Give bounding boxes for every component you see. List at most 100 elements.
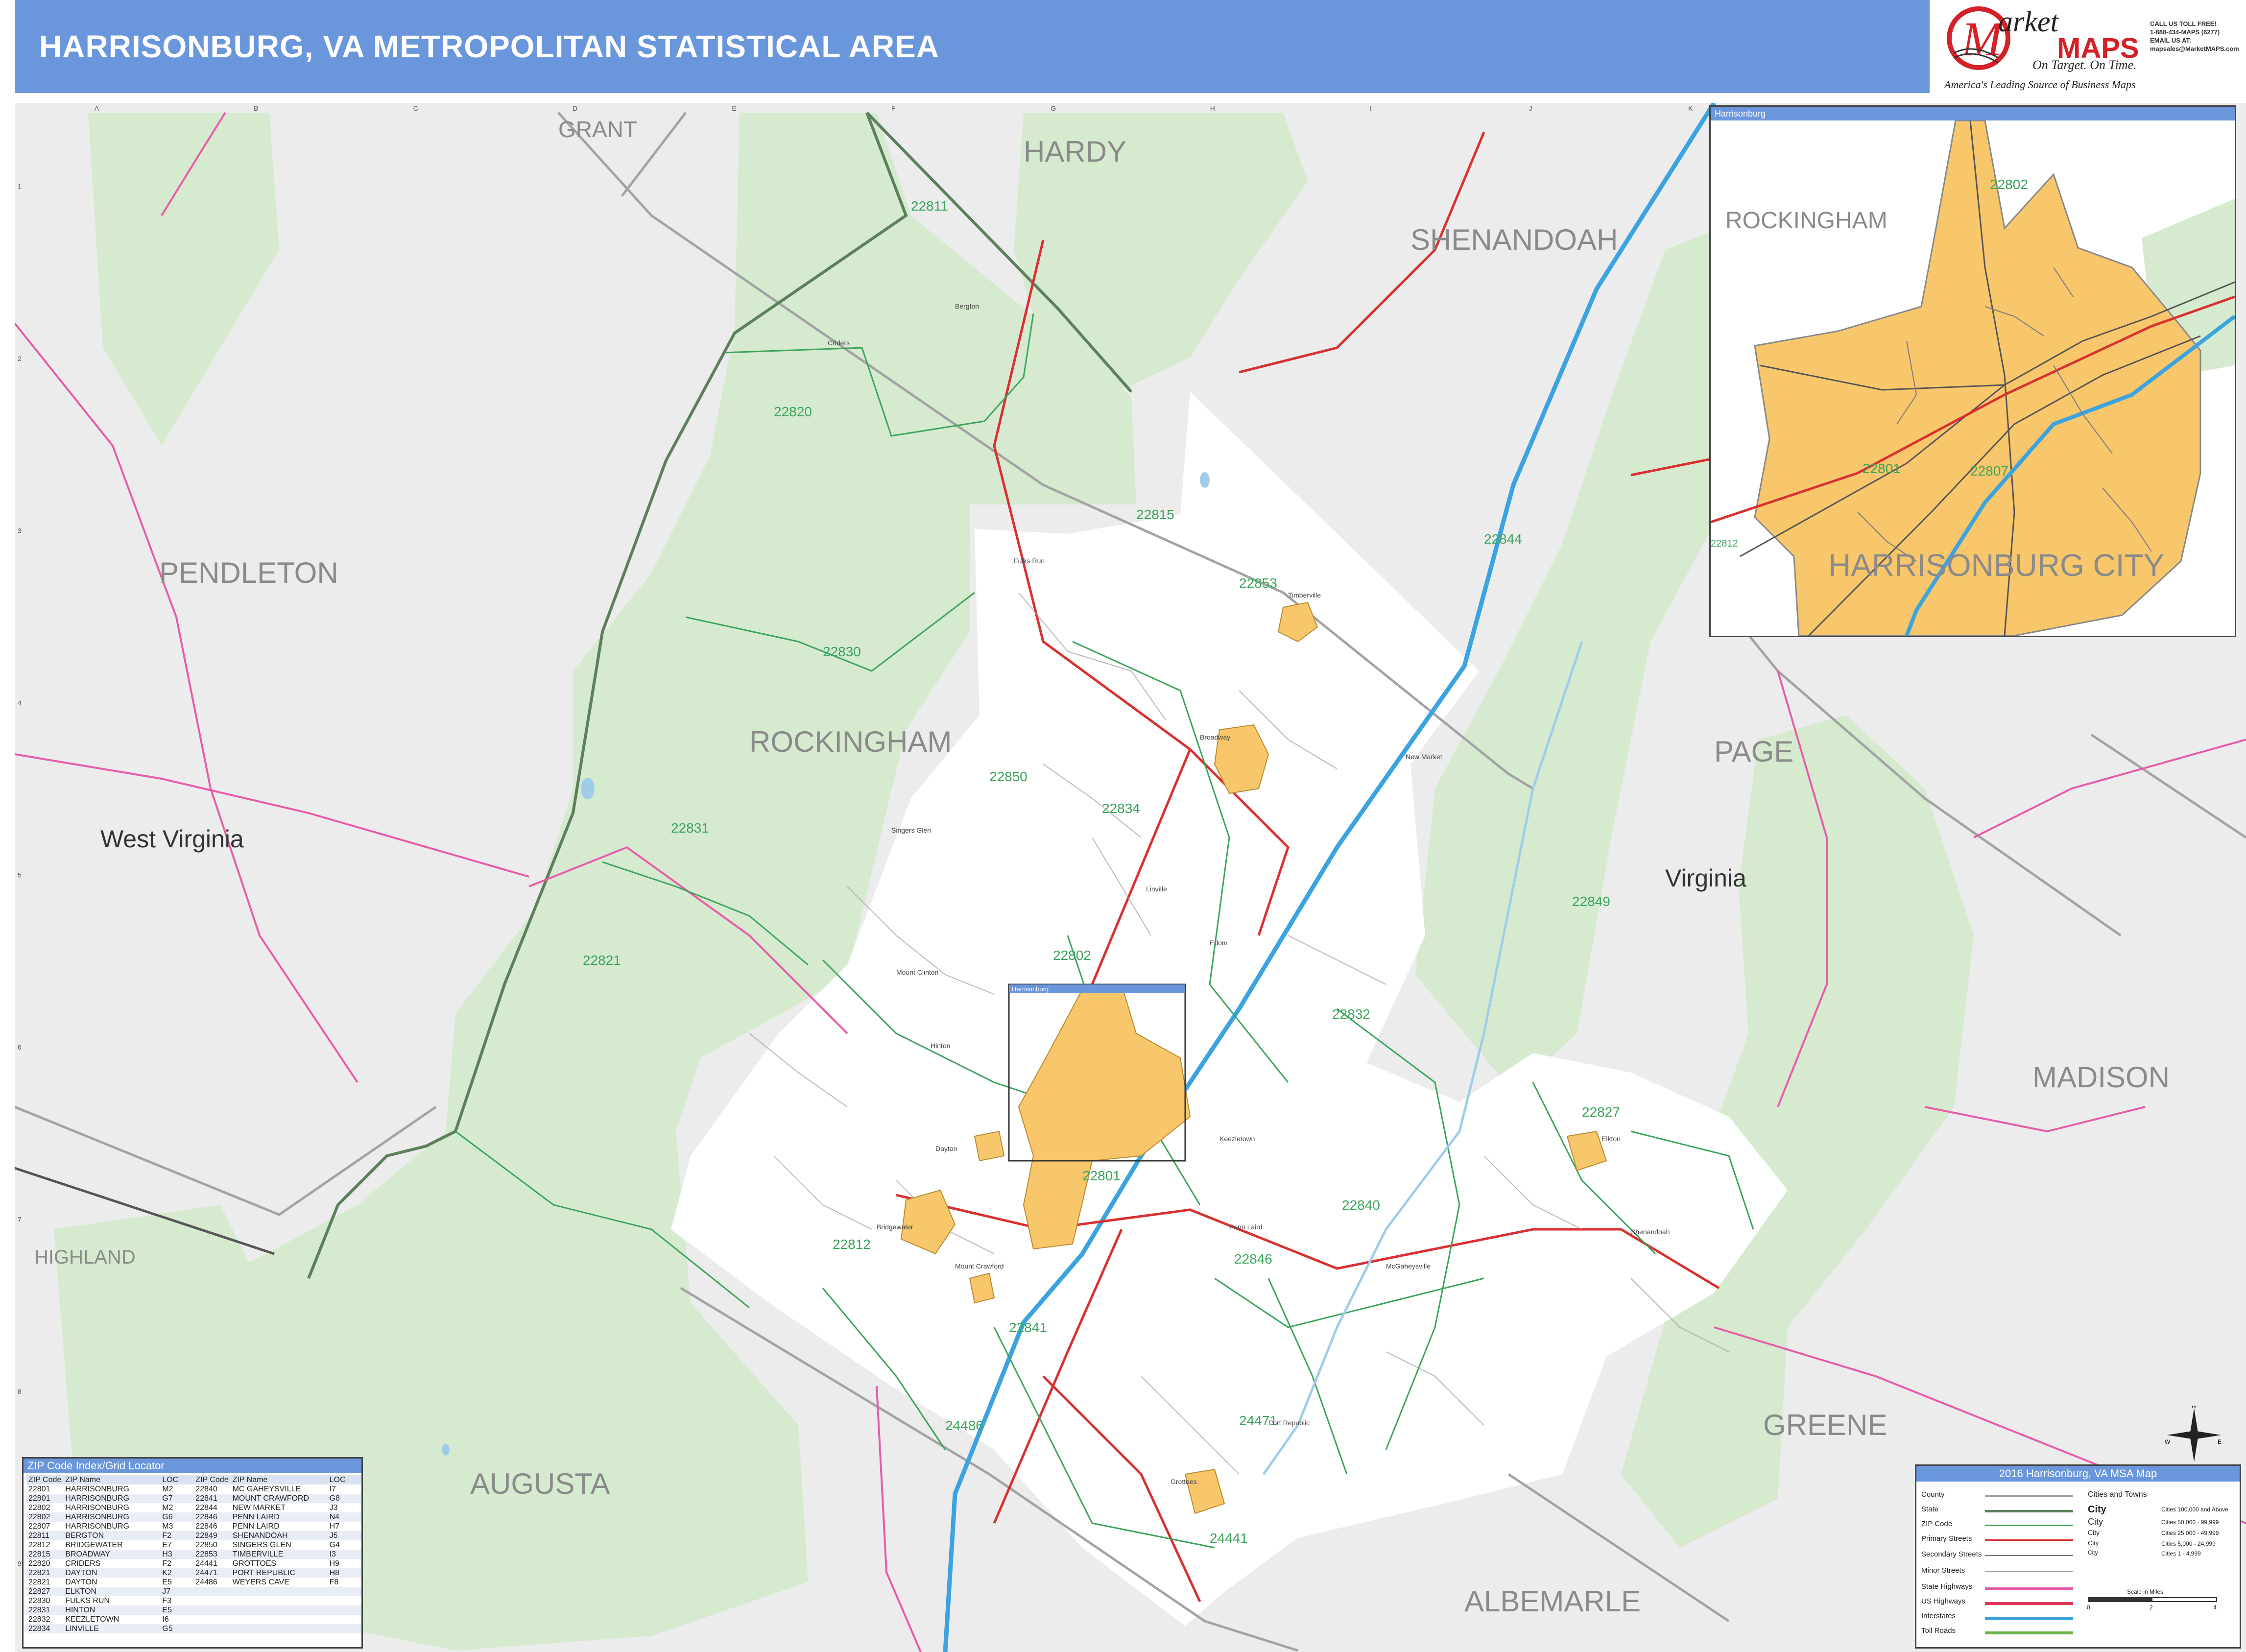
compass-n: N	[2192, 1406, 2196, 1409]
grid-col-label: B	[254, 104, 258, 112]
zip-index-cell: DAYTON	[65, 1578, 97, 1586]
place-new-market: New Market	[1406, 753, 1442, 761]
mt-crawford-area	[969, 1272, 995, 1304]
zip-index-header-row: ZIP Code ZIP Name LOC ZIP Code ZIP Name LOC	[26, 1475, 361, 1484]
legend-secondary-line	[1985, 1555, 2073, 1556]
inset-zip-22807: 22807	[1970, 463, 2008, 479]
zip-index-cell: HARRISONBURG	[63, 1494, 161, 1503]
legend-scale-bar	[2088, 1597, 2217, 1602]
zip-index-cell: LOC	[160, 1475, 194, 1484]
legend-pop-2: Cities 50,000 - 99,999	[2161, 1519, 2219, 1526]
zip-index-cell: E7	[162, 1540, 172, 1549]
contact-line-2: 1-888-434-MAPS (6277)	[2150, 28, 2220, 36]
place-bridgewater: Bridgewater	[877, 1223, 913, 1231]
zip-index-cell: 24441	[195, 1559, 217, 1568]
dayton-area	[974, 1130, 1005, 1162]
legend-zip-line	[1985, 1525, 2073, 1526]
place-elkton: Elkton	[1601, 1135, 1621, 1143]
zip-index-row: 22832 KEEZLETOWN I6	[26, 1615, 361, 1624]
region-grant: GRANT	[558, 117, 637, 142]
zip-index-cell: HARRISONBURG	[65, 1522, 129, 1531]
grid-col-label: A	[95, 104, 99, 112]
zip-index-row: 22821 DAYTON E5 24486 WEYERS CAVE F8	[26, 1578, 361, 1587]
inset-zip-22801: 22801	[1863, 461, 1901, 476]
zip-index-cell: PENN LAIRD	[230, 1512, 328, 1522]
zip-index-cell: H8	[327, 1568, 361, 1578]
inset-zip-22802: 22802	[1990, 177, 2028, 192]
zip-index-cell: PORT REPUBLIC	[230, 1568, 328, 1578]
zip-index-cell: PENN LAIRD	[232, 1522, 280, 1531]
map-legend: 2016 Harrisonburg, VA MSA Map County Sta…	[1915, 1464, 2241, 1649]
legend-county-line	[1985, 1495, 2073, 1497]
zip-index-cell: 22827	[26, 1587, 64, 1596]
zip-index-cell: 22850	[195, 1540, 217, 1549]
place-mcgaheysville: McGaheysville	[1386, 1262, 1431, 1270]
zip-index-cell: FULKS RUN	[65, 1596, 110, 1605]
legend-scale-1: 2	[2150, 1604, 2153, 1611]
zip-index-cell: 22801	[26, 1494, 64, 1503]
zip-index-cell: 22801	[28, 1484, 50, 1493]
zip-index-row: 22821 DAYTON K2 24471 PORT REPUBLIC H8	[26, 1568, 361, 1578]
place-bergton: Bergton	[955, 302, 979, 310]
zip-22830: 22830	[823, 644, 861, 659]
legend-scale-title: Scale in Miles	[2127, 1588, 2164, 1595]
zip-22811: 22811	[911, 198, 948, 214]
contact-line-4: mapsales@MarketMAPS.com	[2150, 45, 2239, 52]
legend-city-5: City	[2088, 1549, 2098, 1556]
legend-city-3: City	[2088, 1529, 2100, 1536]
place-criders: Criders	[828, 339, 850, 347]
zip-22841: 22841	[1009, 1320, 1047, 1335]
region-albemarle: ALBEMARLE	[1464, 1585, 1641, 1618]
zip-index-cell: J5	[327, 1531, 361, 1540]
zip-index-cell: 24486	[195, 1578, 217, 1586]
legend-title: 2016 Harrisonburg, VA MSA Map	[1916, 1466, 2240, 1482]
zip-22802: 22802	[1053, 948, 1091, 963]
zip-index-cell: BROADWAY	[63, 1550, 161, 1559]
region-madison: MADISON	[2032, 1061, 2170, 1094]
grid-col-label: F	[891, 104, 896, 112]
zip-22853: 22853	[1239, 575, 1277, 591]
legend-pop-1: Cities 100,000 and Above	[2161, 1506, 2228, 1513]
zip-index-cell: HARRISONBURG	[63, 1512, 161, 1522]
zip-index-cell: 22830	[28, 1596, 50, 1605]
grid-col-label: C	[413, 104, 418, 112]
zip-index-row: 22815 BROADWAY H3 22853 TIMBERVILLE I3	[26, 1550, 361, 1559]
grid-row-label: 1	[18, 183, 22, 191]
zip-index-cell: H9	[329, 1559, 340, 1568]
zip-22831: 22831	[671, 820, 709, 836]
zip-22840: 22840	[1342, 1197, 1380, 1213]
place-shenandoah: Shenandoah	[1631, 1228, 1670, 1236]
zip-index-cell: H3	[160, 1550, 194, 1559]
zip-index-cell: 22831	[26, 1605, 64, 1615]
zip-index-cell: E5	[162, 1578, 172, 1586]
grid-row-label: 3	[18, 527, 22, 535]
zip-index-cell: 22834	[26, 1624, 64, 1633]
zip-index-cell: I7	[329, 1484, 336, 1493]
region-page: PAGE	[1714, 735, 1793, 768]
logo-tagline: On Target. On Time.	[2032, 58, 2137, 72]
legend-city-4: City	[2088, 1539, 2099, 1547]
zip-index-table: ZIP Code ZIP Name LOC ZIP Code ZIP Name LOC 22…	[26, 1475, 361, 1633]
zip-index-cell: ELKTON	[63, 1587, 161, 1596]
logo-contact: CALL US TOLL FREE! 1-888-434-MAPS (6277)…	[2150, 20, 2239, 53]
zip-index-cell: SHENANDOAH	[230, 1531, 328, 1540]
grid-col-label: I	[1369, 104, 1371, 112]
legend-primary: Primary Streets	[1921, 1534, 1972, 1543]
legend-scale-2: 4	[2213, 1604, 2217, 1611]
zip-index-cell	[193, 1605, 231, 1615]
zip-index-cell: 22815	[26, 1550, 64, 1559]
zip-22820: 22820	[774, 404, 812, 419]
place-broadway: Broadway	[1200, 733, 1230, 741]
zip-22846: 22846	[1234, 1251, 1272, 1267]
place-grottoes: Grottoes	[1171, 1478, 1197, 1485]
place-keezletown: Keezletown	[1219, 1135, 1255, 1143]
legend-county: County	[1921, 1490, 1945, 1499]
legend-primary-line	[1985, 1539, 2073, 1541]
zip-index-row: 22801 HARRISONBURG M2 22840 MC GAHEYSVILLE I7	[26, 1484, 361, 1494]
zip-index-cell	[193, 1587, 231, 1596]
zip-index-cell: 22840	[195, 1484, 217, 1493]
zip-index-cell: H7	[329, 1522, 340, 1531]
legend-state-line	[1985, 1510, 2073, 1512]
compass-rose-icon: N W E	[2165, 1406, 2222, 1462]
legend-interstate-line	[1985, 1617, 2073, 1620]
